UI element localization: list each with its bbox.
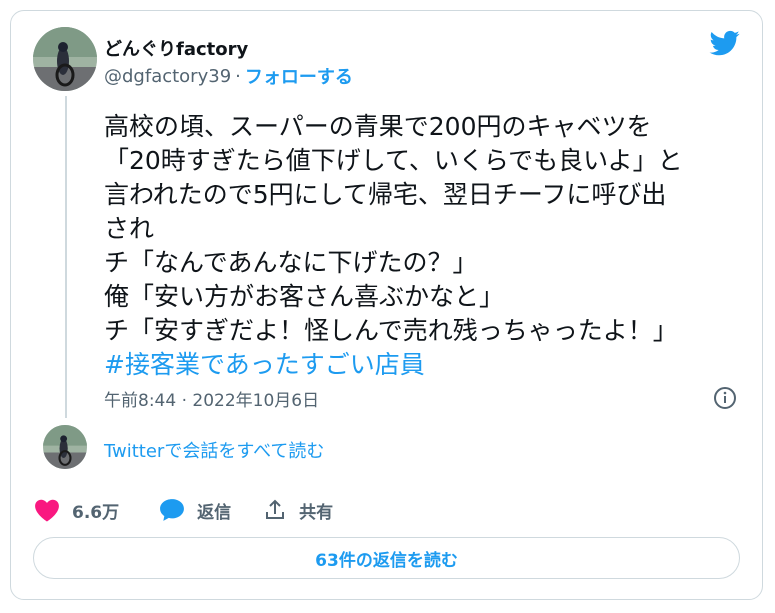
like-count: 6.6万 [72, 502, 120, 523]
read-replies-button[interactable]: 63件の返信を読む [33, 537, 740, 579]
action-bar: 6.6万 返信 共有 [34, 495, 359, 525]
handle[interactable]: @dgfactory39 [104, 66, 231, 87]
speech-bubble-icon [160, 499, 185, 521]
thread-line [65, 96, 67, 418]
timestamp[interactable]: 午前8:44 · 2022年10月6日 [104, 386, 319, 411]
avatar[interactable] [33, 27, 97, 91]
info-icon[interactable] [713, 386, 737, 410]
share-button[interactable]: 共有 [263, 498, 333, 523]
tweet-line: チ「安すぎだよ！怪しんで売れ残っちゃったよ！」 [104, 316, 678, 345]
tweet-text: 高校の頃、スーパーの青果で200円のキャベツを 「20時すぎたら値下げして、いく… [104, 110, 744, 382]
tweet-line: され [104, 214, 155, 243]
read-conversation-link[interactable]: Twitterで会話をすべて読む [104, 437, 324, 463]
display-name[interactable]: どんぐりfactory [104, 35, 248, 61]
separator: · [235, 65, 241, 87]
follow-button[interactable]: フォローする [245, 63, 353, 89]
like-button[interactable]: 6.6万 [34, 498, 119, 523]
reply-label: 返信 [197, 502, 232, 523]
tweet-line: 「20時すぎたら値下げして、いくらでも良いよ」と [104, 146, 683, 175]
twitter-bird-icon[interactable] [708, 28, 742, 58]
share-label: 共有 [299, 502, 334, 523]
hashtag-link[interactable]: #接客業であったすごい店員 [104, 348, 744, 382]
tweet-line: 言われたので5円にして帰宅、翌日チーフに呼び出 [104, 180, 667, 209]
heart-icon [35, 499, 59, 522]
share-icon [266, 499, 285, 519]
handle-row: @dgfactory39 · フォローする [104, 63, 353, 89]
tweet-line: 高校の頃、スーパーの青果で200円のキャベツを [104, 112, 652, 141]
tweet-line: チ「なんであんなに下げたの？」 [104, 248, 478, 277]
reply-button[interactable]: 返信 [159, 498, 231, 523]
conversation-avatar[interactable] [43, 425, 87, 469]
tweet-line: 俺「安い方がお客さん喜ぶかなと」 [104, 282, 505, 311]
